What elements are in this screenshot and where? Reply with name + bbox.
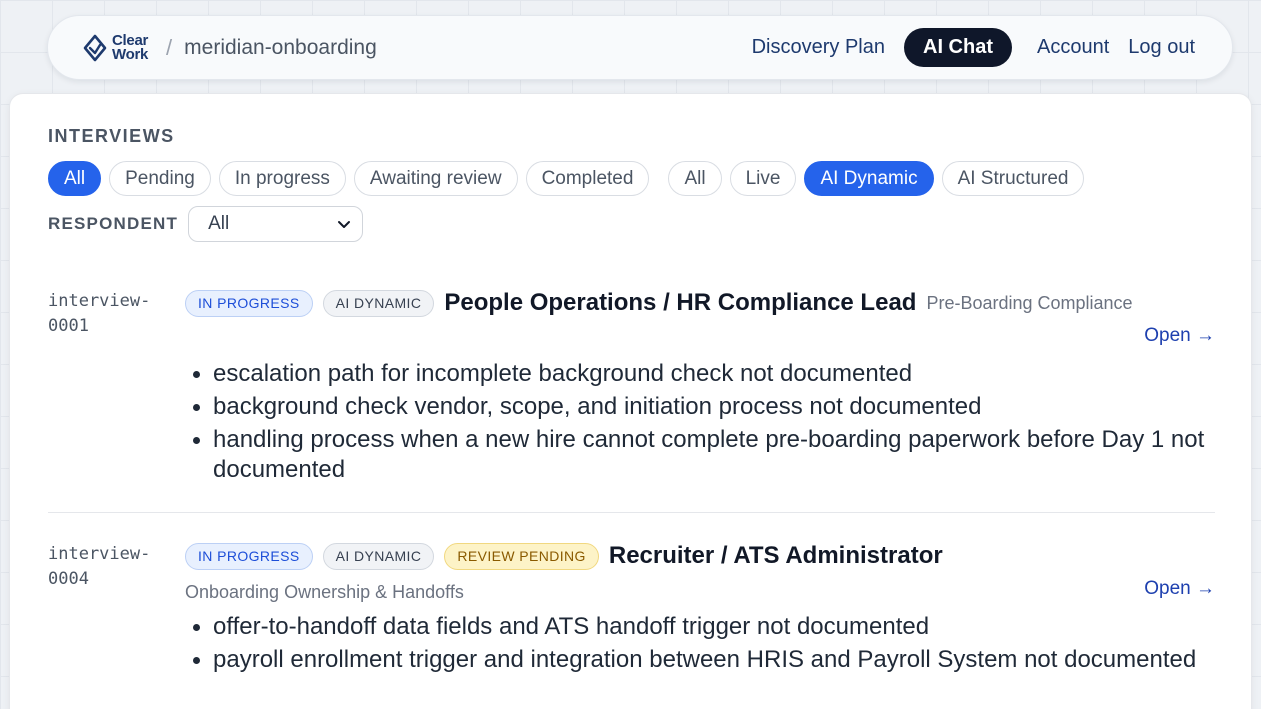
interview-id: interview- 0004 [48, 544, 151, 589]
respondent-select[interactable]: All [188, 206, 364, 242]
type-badge: AI DYNAMIC [322, 289, 435, 317]
status-badge: IN PROGRESS [185, 289, 313, 317]
respondent-filter: RESPONDENT All [48, 206, 364, 242]
logo-line-2: Work [112, 45, 149, 63]
interview-id: interview- 0001 [48, 291, 151, 336]
logo-wordmark: Clear Work [112, 33, 149, 63]
status-filter-in-progress[interactable]: In progress [218, 161, 346, 196]
interview-subtitle: Onboarding Ownership & Handoffs [185, 582, 464, 602]
type-badge: AI DYNAMIC [322, 542, 435, 570]
status-badge: IN PROGRESS [185, 542, 313, 570]
interview-header: IN PROGRESS AI DYNAMIC REVIEW PENDING Re… [185, 542, 1215, 570]
interview-title: People Operations / HR Compliance Lead [444, 289, 917, 316]
list-item: offer-to-handoff data fields and ATS han… [185, 612, 1215, 642]
type-filter-ai-structured[interactable]: AI Structured [941, 161, 1085, 196]
top-navigation-bar: Clear Work / meridian-onboarding Discove… [47, 15, 1233, 80]
list-item: escalation path for incomplete backgroun… [185, 359, 1215, 389]
nav-ai-chat[interactable]: AI Chat [904, 28, 1012, 67]
respondent-label: RESPONDENT [48, 214, 179, 233]
gap-list: escalation path for incomplete backgroun… [185, 359, 1215, 488]
interview-subtitle: Pre-Boarding Compliance [926, 292, 1133, 313]
filter-chips: All Pending In progress Awaiting review … [48, 161, 1092, 196]
section-title: INTERVIEWS [48, 126, 175, 146]
list-item: handling process when a new hire cannot … [185, 425, 1215, 485]
breadcrumb-project[interactable]: meridian-onboarding [184, 36, 377, 60]
respondent-select-value: All [208, 213, 230, 234]
type-filter-all[interactable]: All [668, 161, 722, 196]
nav-logout[interactable]: Log out [1128, 36, 1195, 59]
divider [48, 512, 1215, 513]
review-badge: REVIEW PENDING [444, 542, 599, 570]
gap-list: offer-to-handoff data fields and ATS han… [185, 612, 1215, 678]
nav-discovery-plan[interactable]: Discovery Plan [752, 36, 885, 59]
open-interview-link[interactable]: Open → [1144, 578, 1215, 600]
chevron-down-icon [338, 221, 351, 228]
interview-title: Recruiter / ATS Administrator [608, 542, 943, 569]
breadcrumb-separator: / [166, 34, 173, 60]
status-filter-pending[interactable]: Pending [109, 161, 211, 196]
nav-account[interactable]: Account [1037, 36, 1109, 59]
list-item: background check vendor, scope, and init… [185, 392, 1215, 422]
list-item: payroll enrollment trigger and integrati… [185, 645, 1215, 675]
diamond-logo-icon [83, 34, 107, 61]
interviews-panel: INTERVIEWS All Pending In progress Await… [9, 93, 1252, 709]
type-filter-ai-dynamic[interactable]: AI Dynamic [804, 161, 934, 196]
status-filter-awaiting-review[interactable]: Awaiting review [353, 161, 518, 196]
main-nav: Discovery Plan AI Chat Account Log out [752, 28, 1195, 67]
type-filter-live[interactable]: Live [729, 161, 797, 196]
interview-header: IN PROGRESS AI DYNAMIC People Operations… [185, 289, 1215, 317]
open-interview-link[interactable]: Open → [1144, 325, 1215, 347]
clearwork-logo[interactable]: Clear Work [82, 33, 148, 63]
status-filter-completed[interactable]: Completed [525, 161, 650, 196]
status-filter-all[interactable]: All [48, 161, 102, 196]
